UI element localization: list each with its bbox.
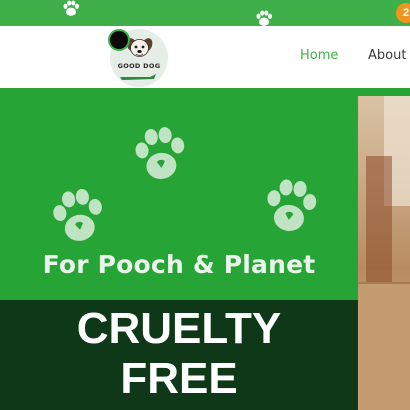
logo-status-dot (108, 29, 130, 51)
logo-swoosh-icon (120, 74, 156, 80)
header-divider (0, 88, 410, 96)
notification-badge[interactable]: 2 (396, 3, 410, 23)
site-header: GOOD DOG Home About (0, 26, 410, 88)
hero-section: For Pooch & Planet CRUELTY FREE (0, 96, 410, 410)
paw-icon (267, 179, 317, 231)
banner-line-1: CRUELTY (76, 304, 282, 353)
cruelty-free-banner: CRUELTY FREE (0, 300, 358, 410)
photo-box (358, 282, 410, 410)
paw-icon (53, 188, 102, 241)
paw-icon (256, 10, 272, 26)
logo-wordmark: GOOD DOG (117, 62, 161, 70)
promo-bar: 2 (0, 0, 410, 26)
paw-prints-group (53, 127, 317, 241)
nav-about-link[interactable]: About (368, 48, 406, 63)
banner-line-2: FREE (120, 354, 238, 403)
paw-icon (63, 0, 79, 16)
paw-icon (135, 127, 185, 179)
hero-photo (358, 96, 410, 410)
nav-home-link[interactable]: Home (300, 48, 338, 63)
hero-tagline: For Pooch & Planet (42, 250, 316, 279)
